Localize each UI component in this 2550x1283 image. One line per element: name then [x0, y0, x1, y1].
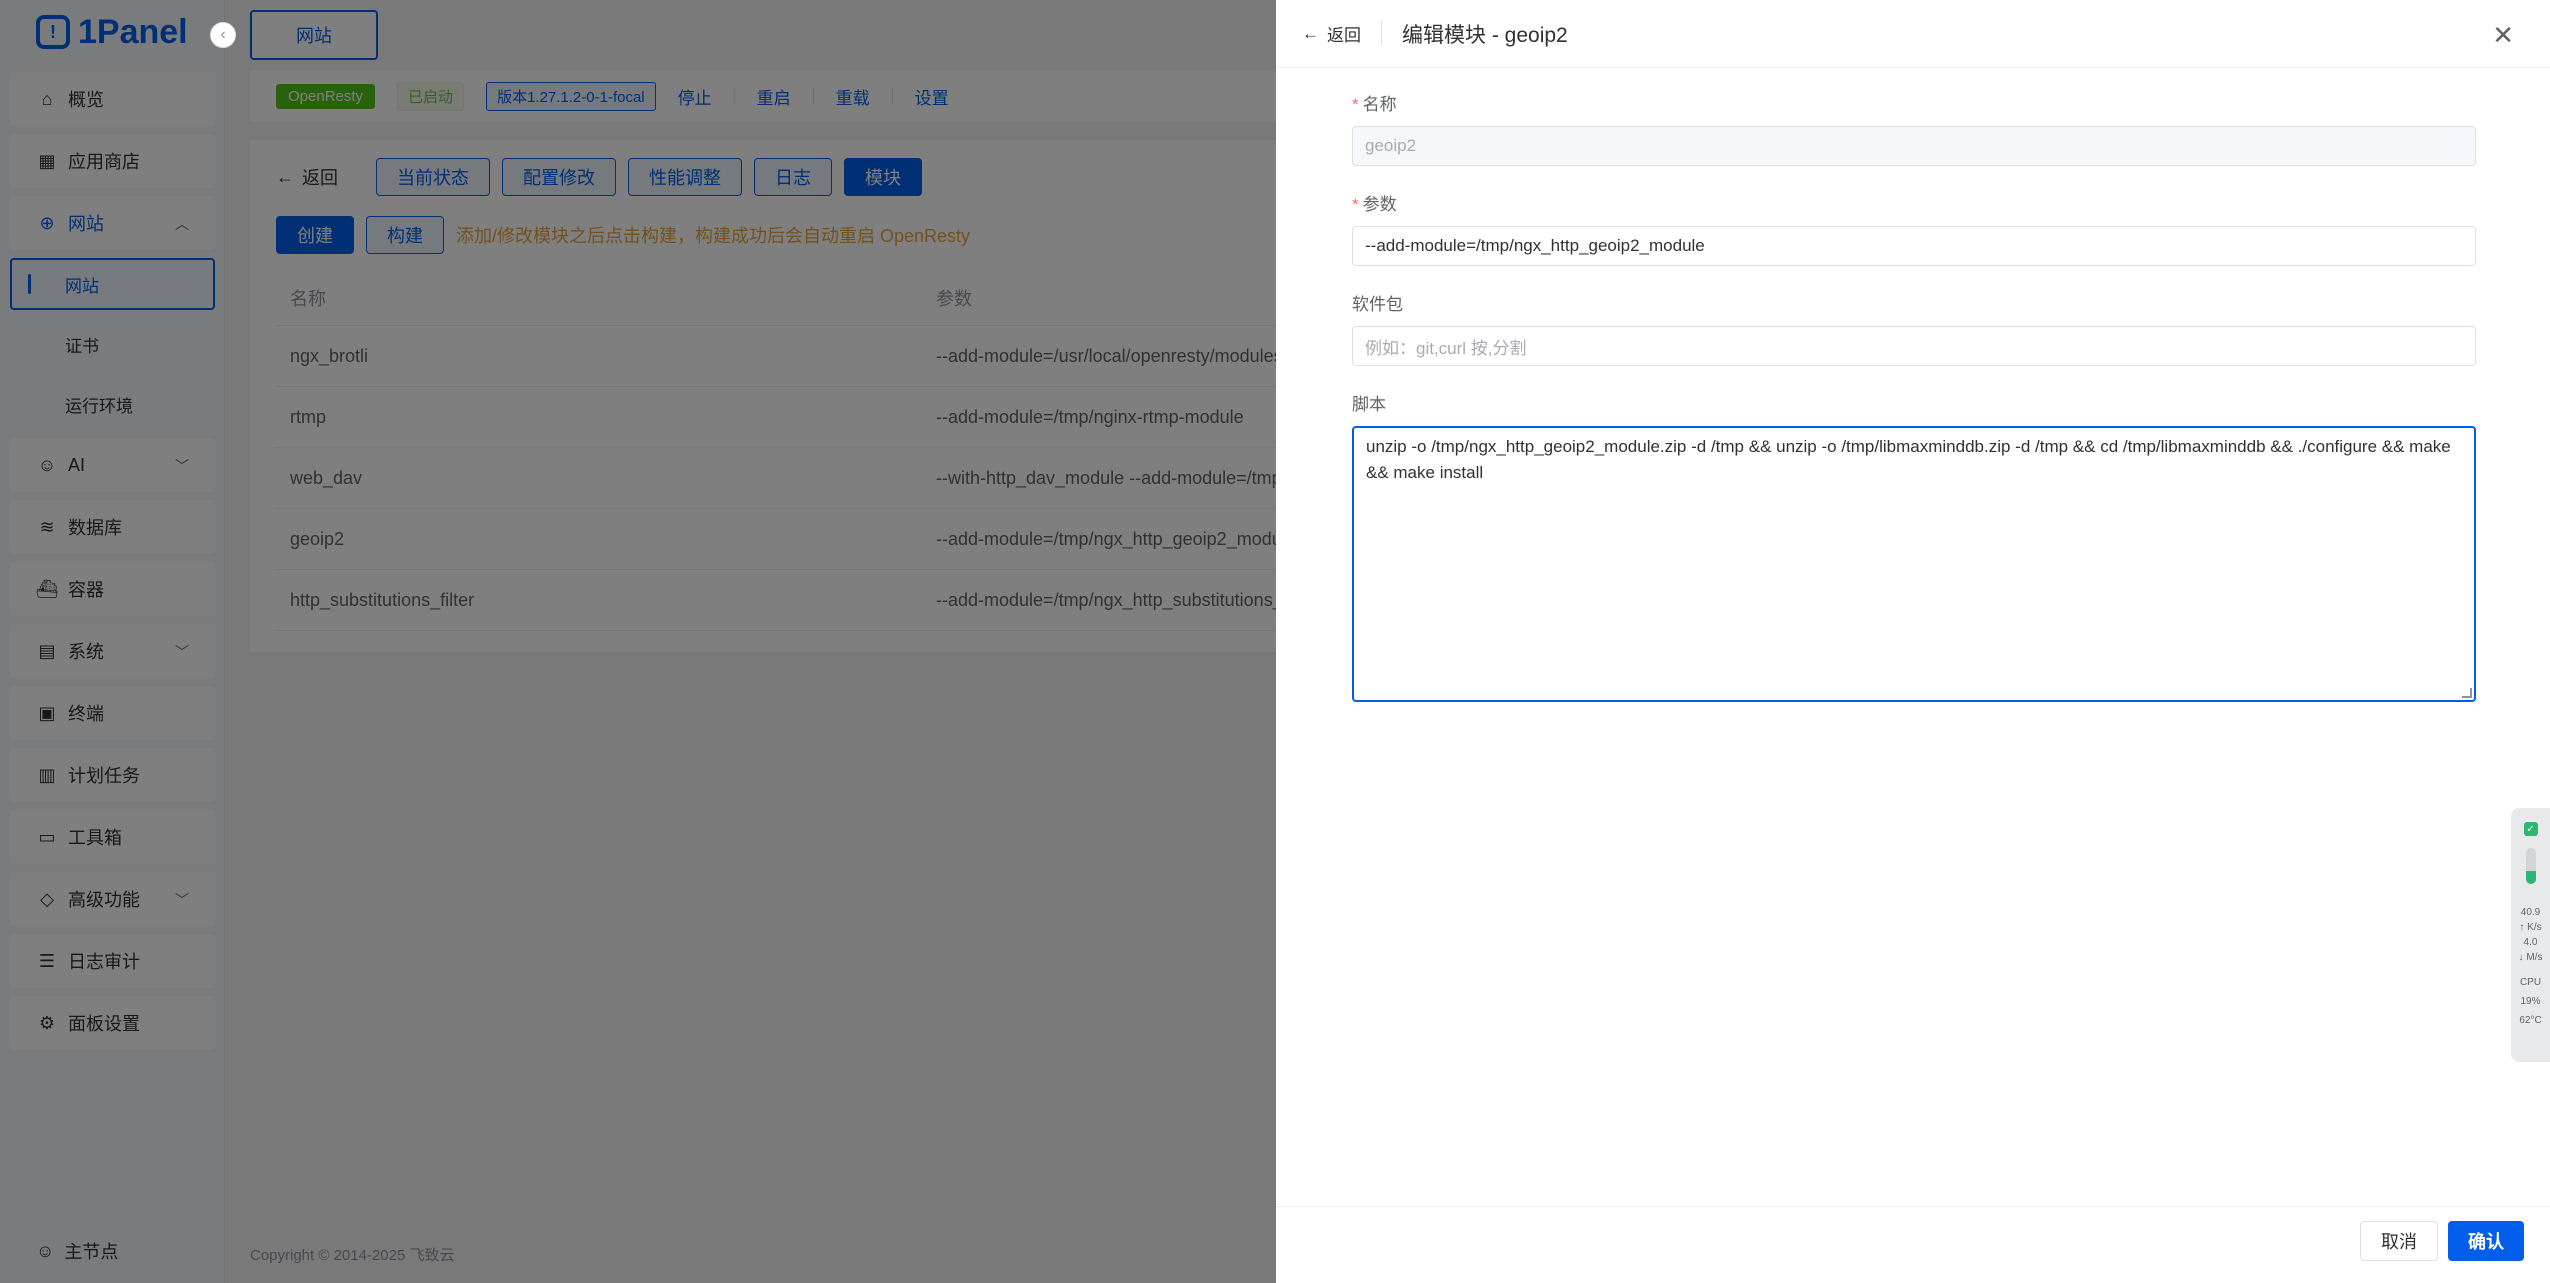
collapse-sidebar-button[interactable]: ‹: [210, 22, 236, 48]
net-down-value: 4.0: [2523, 937, 2538, 948]
cpu-label: CPU: [2519, 977, 2542, 988]
cancel-button[interactable]: 取消: [2360, 1221, 2438, 1261]
net-down-unit: ↓ M/s: [2518, 952, 2543, 963]
name-label: * 名称: [1352, 95, 1397, 114]
package-label: 软件包: [1352, 295, 1403, 314]
package-field[interactable]: 例如：git,curl 按,分割: [1352, 326, 2476, 366]
memory-level-fill: [2525, 871, 2536, 884]
memory-level-bar: [2525, 848, 2536, 884]
cpu-value: 19%: [2520, 996, 2541, 1007]
module-form: * 名称 geoip2 * 参数 --add-module=/tmp/ngx_htt…: [1352, 90, 2476, 702]
shield-check-icon: ✓: [2523, 822, 2538, 836]
required-mark: *: [1352, 95, 1359, 114]
drawer-title: 编辑模块 - geoip2: [1402, 23, 1568, 47]
script-textarea[interactable]: unzip -o /tmp/ngx_http_geoip2_module.zip…: [1352, 426, 2476, 702]
script-label: 脚本: [1352, 395, 1386, 414]
net-up-value: 40.9: [2520, 907, 2541, 918]
drawer-back-button[interactable]: ← 返回: [1302, 21, 1382, 46]
drawer-header: ← 返回 编辑模块 - geoip2 ✕: [1276, 0, 2550, 68]
net-up-unit: ↑ K/s: [2519, 922, 2542, 933]
chevron-left-icon: ‹: [220, 26, 226, 43]
system-monitor-widget[interactable]: ✓ 40.9 ↑ K/s 4.0 ↓ M/s CPU 19% 62°C: [2511, 808, 2550, 1062]
drawer-footer: 取消 确认: [1276, 1206, 2550, 1283]
confirm-button[interactable]: 确认: [2448, 1221, 2524, 1261]
edit-module-drawer: ← 返回 编辑模块 - geoip2 ✕ * 名称 geoip2 * 参数 --ad…: [1276, 0, 2550, 1283]
arrow-left-icon: ←: [1302, 23, 1319, 43]
params-label: * 参数: [1352, 195, 1397, 214]
name-field: geoip2: [1352, 126, 2476, 166]
close-icon[interactable]: ✕: [2492, 20, 2514, 51]
params-field[interactable]: --add-module=/tmp/ngx_http_geoip2_module: [1352, 226, 2476, 266]
required-mark: *: [1352, 195, 1359, 214]
temperature-value: 62°C: [2519, 1015, 2542, 1026]
